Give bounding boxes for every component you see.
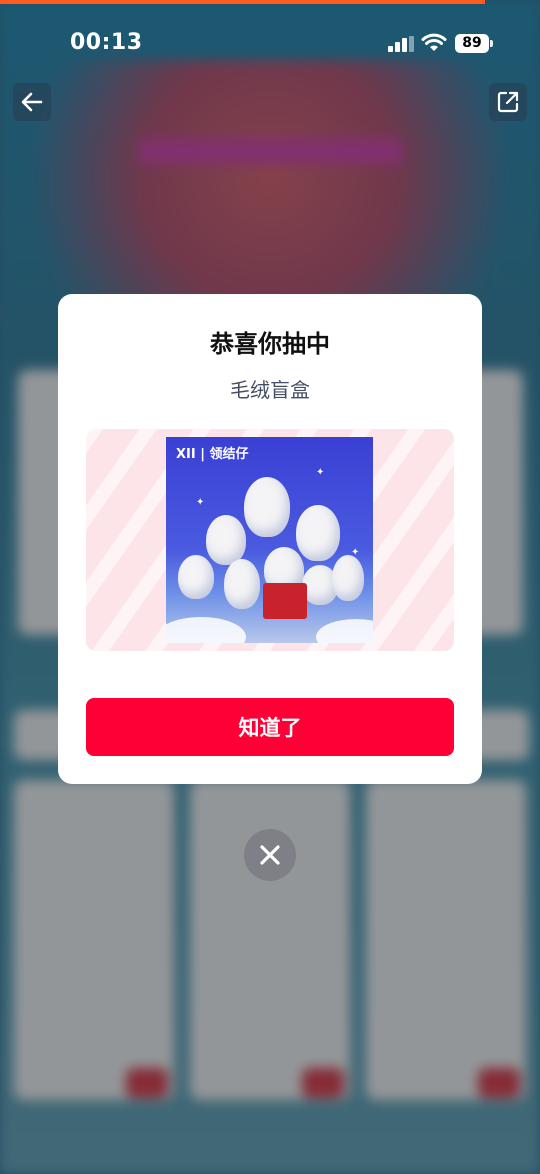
cloud [166, 617, 246, 643]
external-share-icon [497, 91, 519, 113]
plush-figure [244, 477, 290, 537]
prize-name: 毛绒盲盒 [230, 378, 310, 402]
status-time: 00:13 [70, 30, 143, 55]
prize-image: XII | 领结仔 ✦ ✦ ✦ [166, 437, 373, 643]
confirm-button[interactable]: 知道了 [86, 698, 454, 756]
dialog-title: 恭喜你抽中 [210, 330, 330, 358]
close-icon [260, 845, 280, 865]
plush-figure [178, 555, 214, 599]
sparkle-icon: ✦ [196, 497, 205, 508]
share-button[interactable] [489, 83, 527, 121]
red-box [263, 583, 307, 619]
prize-panel: XII | 领结仔 ✦ ✦ ✦ [86, 429, 454, 651]
plush-figure [206, 515, 246, 565]
wifi-icon [421, 33, 447, 53]
plush-figure [224, 559, 260, 609]
battery-icon [490, 40, 493, 47]
progress-bar [0, 0, 485, 4]
plush-figure [296, 505, 340, 561]
sparkle-icon: ✦ [316, 467, 325, 478]
cellular-signal-icon [388, 36, 414, 52]
arrow-left-icon [21, 92, 43, 112]
prize-dialog: 恭喜你抽中 毛绒盲盒 XII | 领结仔 ✦ ✦ ✦ 知道了 [58, 294, 482, 784]
plush-figure [332, 555, 364, 601]
battery-level: 89 [455, 34, 489, 53]
back-button[interactable] [13, 83, 51, 121]
prize-image-brand-logo: XII | 领结仔 [176, 447, 249, 462]
close-dialog-button[interactable] [244, 829, 296, 881]
cloud [316, 619, 373, 643]
